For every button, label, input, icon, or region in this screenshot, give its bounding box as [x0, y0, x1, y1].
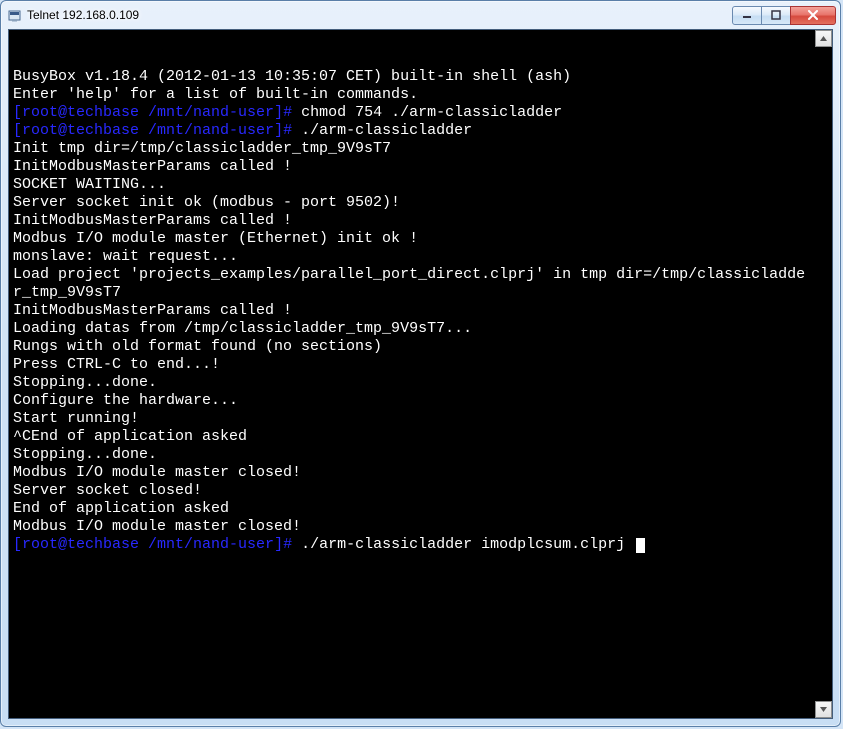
terminal-text: Load project 'projects_examples/parallel…: [13, 266, 805, 301]
terminal-text: Modbus I/O module master closed!: [13, 518, 301, 535]
terminal-text: ]#: [274, 536, 301, 553]
scroll-track[interactable]: [815, 47, 832, 701]
terminal-line: Modbus I/O module master closed!: [13, 464, 814, 482]
terminal-line: [root@techbase /mnt/nand-user]# chmod 75…: [13, 104, 814, 122]
terminal-text: BusyBox v1.18.4 (2012-01-13 10:35:07 CET…: [13, 68, 571, 85]
client-area: BusyBox v1.18.4 (2012-01-13 10:35:07 CET…: [8, 29, 833, 719]
terminal-line: Press CTRL-C to end...!: [13, 356, 814, 374]
terminal-text: [root@techbase: [13, 104, 148, 121]
window-frame: Telnet 192.168.0.109 BusyBox v1.18.4 (20…: [0, 0, 841, 727]
terminal-line: Server socket init ok (modbus - port 950…: [13, 194, 814, 212]
window-controls: [733, 6, 836, 25]
minimize-button[interactable]: [732, 6, 762, 25]
terminal-text: [root@techbase: [13, 536, 148, 553]
cursor: [636, 538, 645, 553]
terminal-text: Stopping...done.: [13, 446, 157, 463]
terminal-text: End of application asked: [13, 500, 229, 517]
terminal-line: InitModbusMasterParams called !: [13, 212, 814, 230]
terminal-line: Modbus I/O module master closed!: [13, 518, 814, 536]
terminal-line: Loading datas from /tmp/classicladder_tm…: [13, 320, 814, 338]
terminal-text: SOCKET WAITING...: [13, 176, 166, 193]
terminal-text: Server socket init ok (modbus - port 950…: [13, 194, 400, 211]
terminal-line: Stopping...done.: [13, 374, 814, 392]
terminal-text: Start running!: [13, 410, 139, 427]
terminal-text: Modbus I/O module master (Ethernet) init…: [13, 230, 418, 247]
terminal-text: Loading datas from /tmp/classicladder_tm…: [13, 320, 472, 337]
terminal-text: InitModbusMasterParams called !: [13, 212, 292, 229]
terminal-text: chmod 754 ./arm-classicladder: [301, 104, 562, 121]
window-title: Telnet 192.168.0.109: [27, 8, 733, 22]
terminal-line: SOCKET WAITING...: [13, 176, 814, 194]
terminal-line: Start running!: [13, 410, 814, 428]
terminal-text: [root@techbase: [13, 122, 148, 139]
terminal-line: Server socket closed!: [13, 482, 814, 500]
terminal-line: Load project 'projects_examples/parallel…: [13, 266, 814, 302]
terminal-text: InitModbusMasterParams called !: [13, 302, 292, 319]
terminal-line: Init tmp dir=/tmp/classicladder_tmp_9V9s…: [13, 140, 814, 158]
terminal-text: monslave: wait request...: [13, 248, 238, 265]
terminal-text: Rungs with old format found (no sections…: [13, 338, 382, 355]
terminal-text: InitModbusMasterParams called !: [13, 158, 292, 175]
terminal-text: /mnt/nand-user: [148, 536, 274, 553]
terminal-text: Configure the hardware...: [13, 392, 238, 409]
terminal-line: BusyBox v1.18.4 (2012-01-13 10:35:07 CET…: [13, 68, 814, 86]
terminal-text: Enter 'help' for a list of built-in comm…: [13, 86, 418, 103]
terminal-line: ^CEnd of application asked: [13, 428, 814, 446]
terminal-line: [root@techbase /mnt/nand-user]# ./arm-cl…: [13, 536, 814, 554]
terminal-text: ^CEnd of application asked: [13, 428, 247, 445]
titlebar[interactable]: Telnet 192.168.0.109: [1, 1, 840, 29]
terminal-line: Configure the hardware...: [13, 392, 814, 410]
terminal-line: End of application asked: [13, 500, 814, 518]
terminal-line: monslave: wait request...: [13, 248, 814, 266]
terminal-line: Enter 'help' for a list of built-in comm…: [13, 86, 814, 104]
app-icon: [7, 7, 23, 23]
terminal-text: ]#: [274, 122, 301, 139]
close-button[interactable]: [790, 6, 836, 25]
vertical-scrollbar[interactable]: [815, 30, 832, 718]
terminal-line: [13, 32, 814, 50]
terminal-text: Server socket closed!: [13, 482, 202, 499]
terminal-output[interactable]: BusyBox v1.18.4 (2012-01-13 10:35:07 CET…: [9, 30, 814, 718]
terminal-line: InitModbusMasterParams called !: [13, 158, 814, 176]
terminal-line: InitModbusMasterParams called !: [13, 302, 814, 320]
terminal-text: Press CTRL-C to end...!: [13, 356, 220, 373]
terminal-text: /mnt/nand-user: [148, 122, 274, 139]
maximize-button[interactable]: [761, 6, 791, 25]
terminal-line: Modbus I/O module master (Ethernet) init…: [13, 230, 814, 248]
terminal-text: Init tmp dir=/tmp/classicladder_tmp_9V9s…: [13, 140, 391, 157]
terminal-text: Stopping...done.: [13, 374, 157, 391]
terminal-line: Rungs with old format found (no sections…: [13, 338, 814, 356]
scroll-down-button[interactable]: [815, 701, 832, 718]
terminal-text: Modbus I/O module master closed!: [13, 464, 301, 481]
terminal-text: ./arm-classicladder: [301, 122, 472, 139]
terminal-line: [13, 50, 814, 68]
terminal-line: [root@techbase /mnt/nand-user]# ./arm-cl…: [13, 122, 814, 140]
terminal-line: Stopping...done.: [13, 446, 814, 464]
terminal-text: ./arm-classicladder imodplcsum.clprj: [301, 536, 634, 553]
scroll-up-button[interactable]: [815, 30, 832, 47]
terminal-text: ]#: [274, 104, 301, 121]
terminal-text: /mnt/nand-user: [148, 104, 274, 121]
